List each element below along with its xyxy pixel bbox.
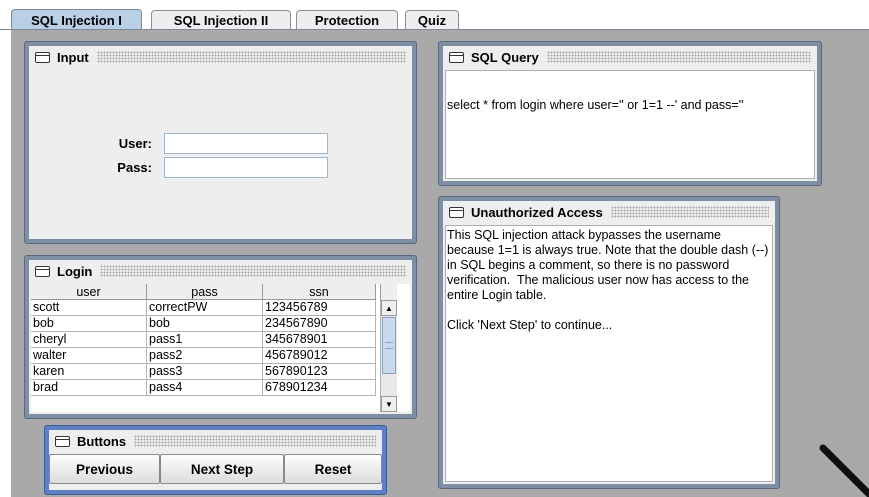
tab-bar: SQL Injection I SQL Injection II Protect… [0,0,869,31]
diagonal-stroke [819,444,869,497]
tab-sql-injection-ii[interactable]: SQL Injection II [151,10,291,30]
tab-protection[interactable]: Protection [296,10,398,30]
desktop-area: Input User: Pass: Login user pass ssn sc… [11,30,869,497]
tab-sql-injection-i[interactable]: SQL Injection I [11,9,142,31]
diagonal-line [819,444,869,497]
tab-quiz[interactable]: Quiz [405,10,459,30]
